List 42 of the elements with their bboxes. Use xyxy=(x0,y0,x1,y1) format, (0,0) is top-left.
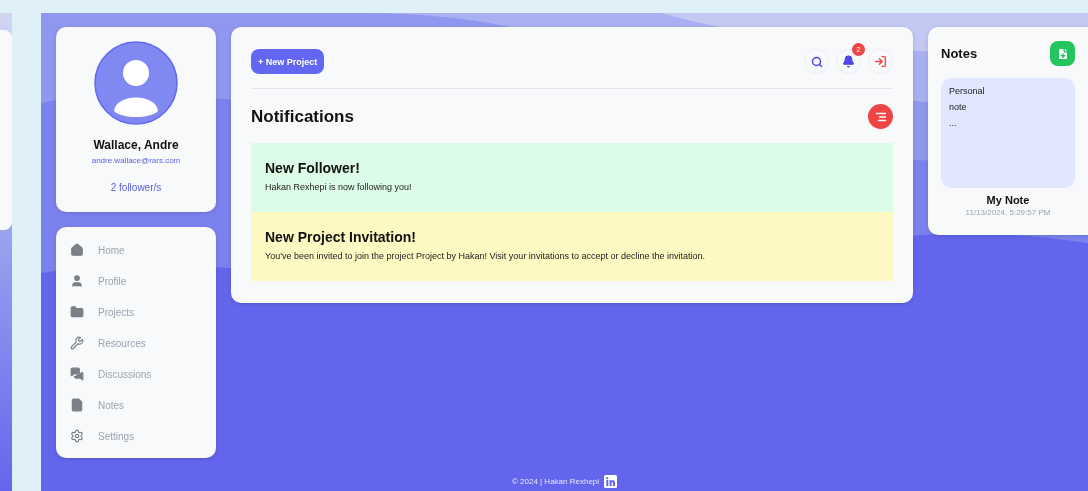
note-preview[interactable]: Personal note ... xyxy=(941,78,1075,188)
note-date: 11/13/2024, 5:29:57 PM xyxy=(964,208,1052,217)
notification-message: Hakan Rexhepi is now following you! xyxy=(265,182,413,192)
document-icon xyxy=(70,398,84,412)
note-text: ... xyxy=(949,118,958,128)
notes-title: Notes xyxy=(941,46,978,61)
note-name: My Note xyxy=(985,194,1031,206)
section-title: Notifications xyxy=(251,106,354,127)
nav-item[interactable]: Discussions xyxy=(70,365,216,383)
note-text: Personal xyxy=(949,86,986,96)
note-text: note xyxy=(949,102,968,112)
nav-item[interactable]: Profile xyxy=(70,272,216,290)
bell-icon xyxy=(842,55,855,68)
notification-title: New Project Invitation! xyxy=(265,229,417,245)
nav-item[interactable]: Projects xyxy=(70,303,216,321)
nav-item[interactable]: Home xyxy=(70,241,216,259)
folder-icon xyxy=(70,305,84,319)
clear-button[interactable] xyxy=(868,104,893,129)
gear-icon xyxy=(70,429,84,443)
notification-message: You've been invited to join the project Project by Hakan! Visit your invitations to accept or decline the invitation. xyxy=(265,251,706,261)
nav-item[interactable]: Settings xyxy=(70,427,216,445)
search-icon xyxy=(810,55,823,68)
logout-button[interactable] xyxy=(868,49,893,74)
notifications-button[interactable] xyxy=(836,49,861,74)
linkedin-icon[interactable] xyxy=(604,475,618,488)
avatar-icon xyxy=(94,41,178,125)
nav-item[interactable]: Notes xyxy=(70,396,216,414)
user-email: andre.wallace@rars.com xyxy=(91,156,181,165)
followers-count: 2 follower/s xyxy=(110,182,162,193)
new-project-button[interactable]: + New Project xyxy=(251,49,325,74)
nav-item[interactable]: Resources xyxy=(70,334,216,352)
notification-badge: 2 xyxy=(852,43,865,56)
lines-icon xyxy=(874,110,887,123)
user-name: Wallace, Andre xyxy=(93,138,179,152)
house-icon xyxy=(70,243,84,257)
footer-text: © 2024 | Hakan Rexhepi xyxy=(511,477,600,486)
wrench-icon xyxy=(70,336,84,350)
search-button[interactable] xyxy=(804,49,829,74)
person-icon xyxy=(70,274,84,288)
chat-icon xyxy=(70,367,84,381)
exit-icon xyxy=(874,55,887,68)
notification-title: New Follower! xyxy=(265,160,361,176)
